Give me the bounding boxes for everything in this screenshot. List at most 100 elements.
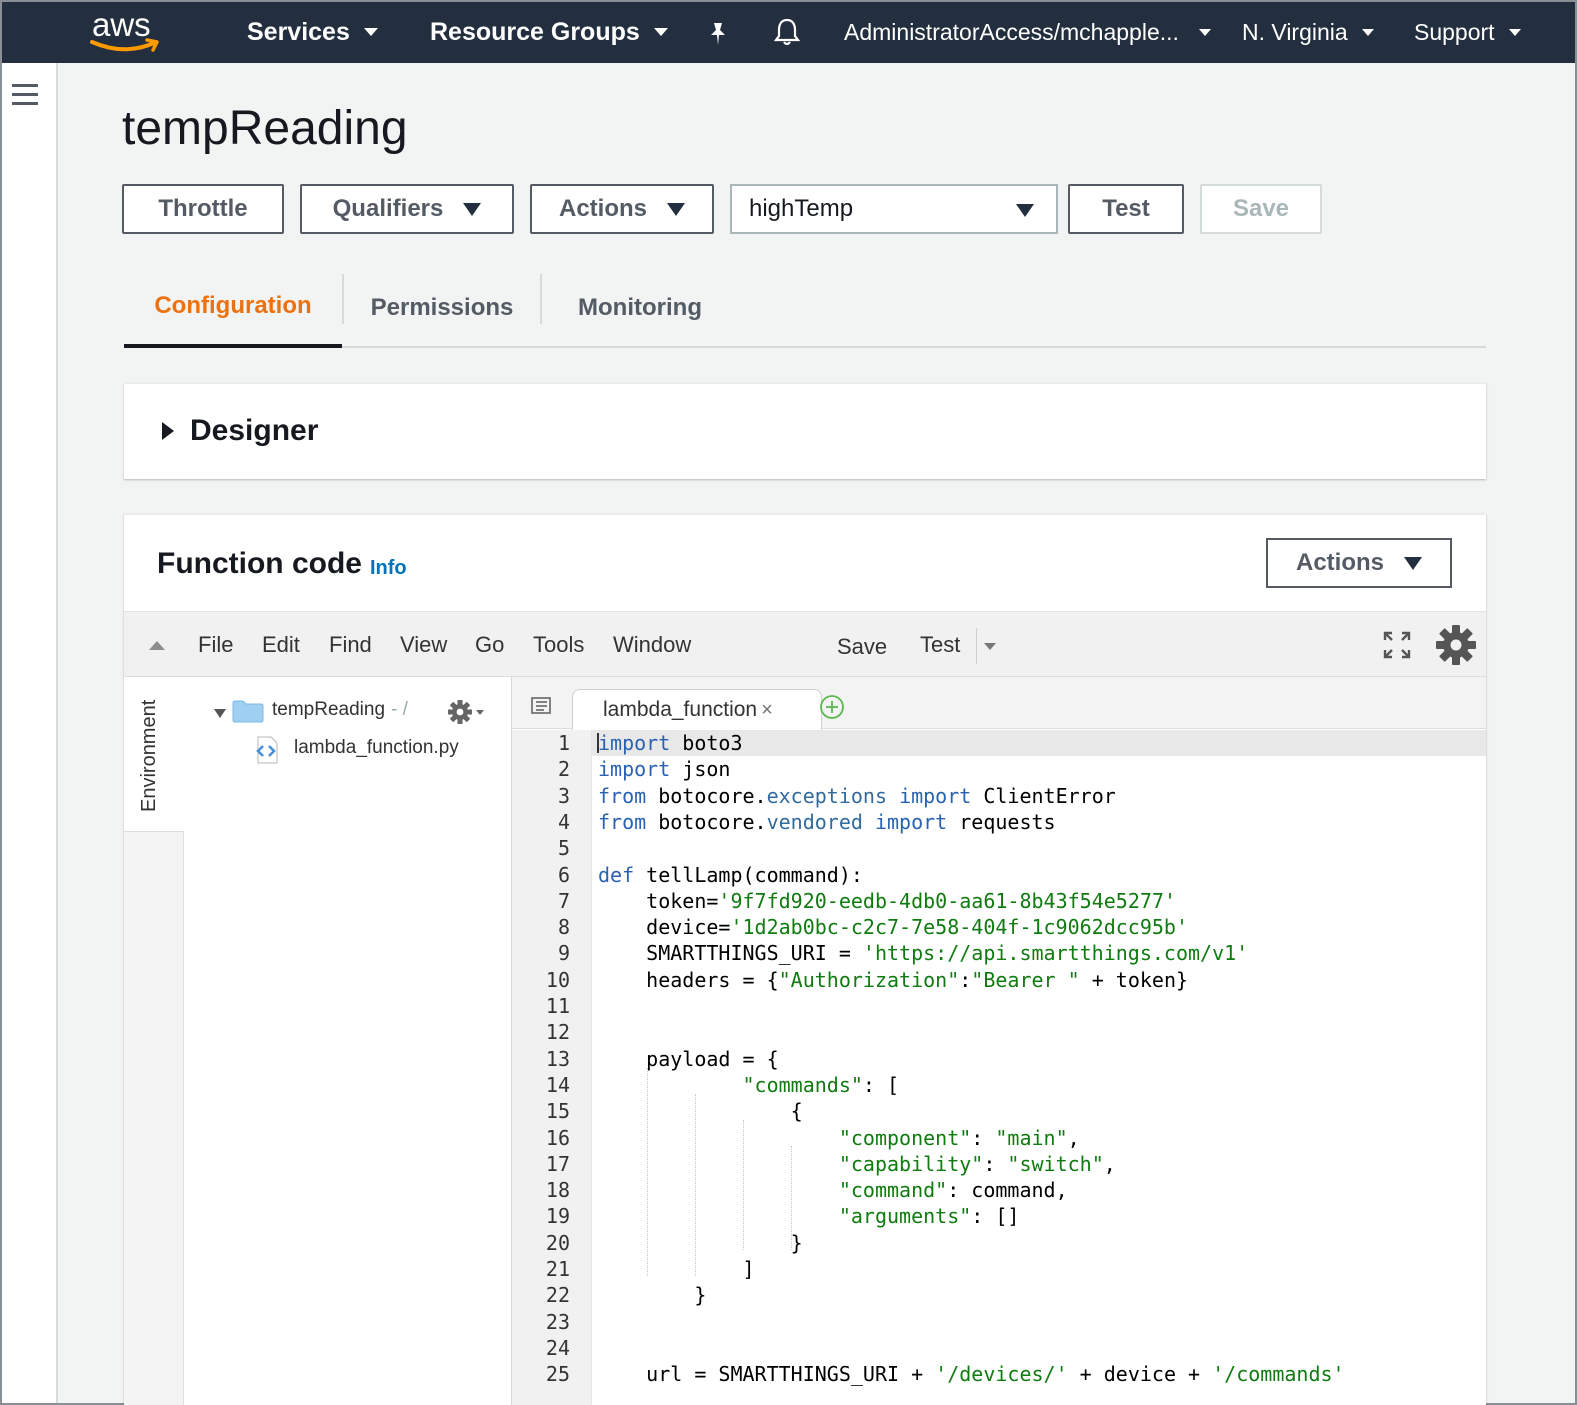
actions-dropdown[interactable]: Actions [530, 184, 714, 234]
line-number: 4 [557, 809, 570, 834]
code-line[interactable]: ] [598, 1256, 754, 1282]
test-event-value: highTemp [749, 195, 854, 222]
code-line[interactable]: "arguments": [] [598, 1203, 1020, 1229]
tab-monitoring[interactable]: Monitoring [542, 268, 738, 348]
code-line[interactable]: device='1d2ab0bc-c2c7-7e58-404f-1c9062dc… [598, 914, 1188, 940]
menu-file[interactable]: File [198, 632, 233, 658]
editor-tab-lambda-function[interactable]: lambda_function × [572, 689, 822, 730]
fullscreen-icon[interactable] [1382, 630, 1412, 660]
line-number-gutter: 1 2 3 4 5 6 7 8 9 10 11 12 13 14 15 16 17 18 19 20 21 22 23 24 2… [512, 730, 592, 1405]
test-label: Test [1102, 195, 1150, 222]
test-event-select[interactable]: highTemp [730, 184, 1058, 234]
pin-icon[interactable] [706, 18, 730, 50]
line-number: 3 [557, 783, 570, 808]
line-number: 16 [545, 1125, 570, 1150]
caret-down-icon [667, 202, 685, 216]
designer-panel[interactable]: Designer [124, 383, 1486, 479]
line-number: 23 [545, 1309, 570, 1334]
resource-groups-menu[interactable]: Resource Groups [430, 16, 668, 48]
bell-icon[interactable] [772, 16, 802, 48]
chevron-down-icon [363, 28, 378, 36]
qualifiers-label: Qualifiers [332, 195, 444, 222]
support-menu[interactable]: Support [1414, 16, 1521, 48]
hamburger-menu-icon[interactable] [12, 84, 38, 106]
ide-test-button[interactable]: Test [920, 632, 960, 658]
file-name: lambda_function.py [294, 737, 459, 758]
line-number: 6 [557, 862, 570, 887]
menu-tools[interactable]: Tools [533, 632, 584, 658]
line-number: 1 [557, 731, 570, 755]
line-number: 24 [545, 1335, 570, 1360]
code-line[interactable]: "commands": [ [598, 1072, 900, 1098]
tab-permissions[interactable]: Permissions [344, 268, 540, 348]
code-line[interactable]: } [598, 1230, 803, 1256]
throttle-label: Throttle [158, 195, 248, 222]
line-number: 10 [545, 967, 570, 992]
environment-tab[interactable]: Environment [124, 677, 184, 832]
test-dropdown-icon[interactable] [984, 643, 996, 650]
info-link[interactable]: Info [370, 557, 407, 580]
expand-arrow-icon[interactable] [162, 422, 174, 440]
menu-go[interactable]: Go [475, 632, 504, 658]
actions-label: Actions [558, 195, 647, 222]
region-menu[interactable]: N. Virginia [1242, 16, 1374, 48]
code-line[interactable]: "component": "main", [598, 1125, 1080, 1151]
account-menu[interactable]: AdministratorAccess/mchapple... [844, 16, 1211, 48]
python-file-icon [256, 736, 278, 764]
aws-smile-icon [90, 38, 159, 52]
settings-gear-icon[interactable] [1435, 624, 1477, 666]
menu-find[interactable]: Find [329, 632, 372, 658]
caret-down-icon [1016, 204, 1034, 217]
code-line[interactable]: token='9f7fd920-eedb-4db0-aa61-8b43f54e5… [598, 888, 1176, 914]
code-line[interactable]: import boto3 [598, 730, 743, 756]
new-tab-plus-icon[interactable] [818, 693, 846, 721]
code-line[interactable]: "command": command, [598, 1177, 1068, 1203]
close-tab-icon[interactable]: × [761, 699, 773, 722]
caret-down-icon [463, 202, 482, 216]
editor-tab-label: lambda_function [603, 698, 758, 721]
save-button[interactable]: Save [1200, 184, 1322, 234]
code-line[interactable]: from botocore.exceptions import ClientEr… [598, 783, 1116, 809]
chevron-down-icon [1508, 28, 1521, 36]
code-actions-label: Actions [1295, 549, 1384, 576]
aws-logo[interactable]: aws [90, 6, 164, 58]
code-area[interactable]: 1 2 3 4 5 6 7 8 9 10 11 12 13 14 15 16 17 18 19 20 21 22 23 24 2… [512, 730, 1486, 1405]
code-line[interactable]: headers = {"Authorization":"Bearer " + t… [598, 967, 1188, 993]
menu-edit[interactable]: Edit [262, 632, 300, 658]
file-row[interactable]: lambda_function.py [294, 737, 459, 759]
environment-label: Environment [138, 699, 160, 812]
code-line[interactable]: "capability": "switch", [598, 1151, 1116, 1177]
top-navigation-bar: aws Services Resource Groups Administrat… [2, 2, 1575, 63]
expand-triangle-icon[interactable] [214, 709, 226, 718]
folder-name: tempReading [272, 699, 386, 720]
qualifiers-dropdown[interactable]: Qualifiers [300, 184, 514, 234]
collapse-up-icon[interactable] [149, 641, 165, 650]
code-line[interactable]: SMARTTHINGS_URI = 'https://api.smartthin… [598, 940, 1248, 966]
services-menu[interactable]: Services [247, 16, 378, 48]
menu-window[interactable]: Window [613, 632, 691, 658]
file-tree: tempReading - / lambda_function.py [184, 677, 512, 1405]
code-line[interactable]: { [598, 1098, 803, 1124]
folder-row[interactable]: tempReading - / [272, 699, 408, 721]
tree-settings-gear-icon[interactable] [448, 699, 486, 725]
code-line[interactable]: from botocore.vendored import requests [598, 809, 1056, 835]
throttle-button[interactable]: Throttle [122, 184, 284, 234]
code-line[interactable]: import json [598, 756, 730, 782]
tab-list-icon[interactable] [530, 697, 552, 715]
menu-view[interactable]: View [400, 632, 447, 658]
tab-configuration-label: Configuration [154, 292, 312, 319]
code-actions-dropdown[interactable]: Actions [1266, 538, 1452, 588]
folder-icon [232, 700, 264, 723]
tab-monitoring-label: Monitoring [578, 294, 702, 321]
code-editor[interactable]: lambda_function × 1 2 3 4 5 6 7 8 9 10 11 12 13 14 15 1… [512, 677, 1486, 1405]
code-line[interactable]: def tellLamp(command): [598, 862, 863, 888]
region-label: N. Virginia [1242, 18, 1348, 45]
code-line[interactable]: url = SMARTTHINGS_URI + '/devices/' + de… [598, 1361, 1344, 1387]
line-number: 7 [557, 888, 570, 913]
test-button[interactable]: Test [1068, 184, 1184, 234]
code-line[interactable]: } [598, 1282, 706, 1308]
tab-configuration[interactable]: Configuration [124, 268, 342, 348]
ide-save-button[interactable]: Save [837, 634, 887, 660]
code-line[interactable]: payload = { [598, 1046, 778, 1072]
environment-sidebar: Environment [124, 677, 184, 1405]
